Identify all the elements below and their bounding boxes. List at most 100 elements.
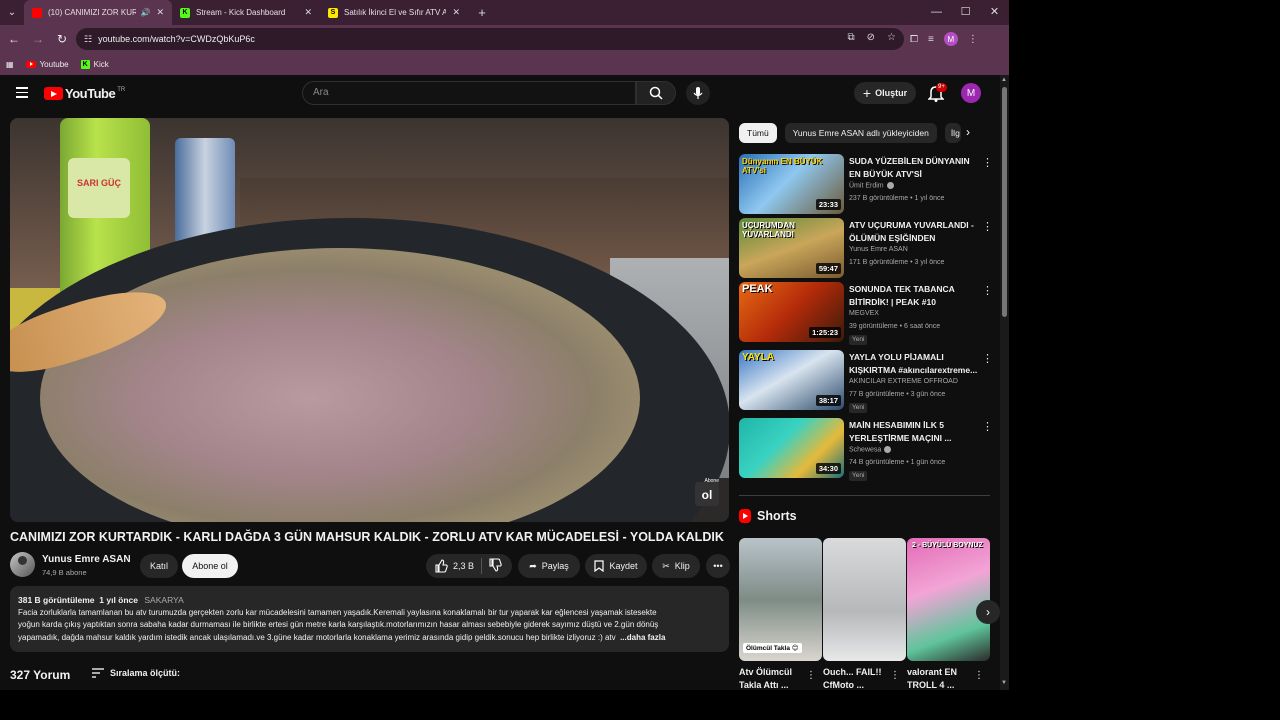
close-window-icon[interactable]: ✕ [980,0,1009,25]
account-avatar[interactable]: M [961,83,981,103]
scroll-down-icon[interactable]: ▼ [1001,680,1007,686]
channel-avatar[interactable] [10,552,35,577]
recommendation-channel[interactable]: Schewesa [849,446,892,453]
shorts-heading: Shorts [739,509,797,523]
youtube-play-icon [44,87,63,100]
speaker-icon[interactable]: 🔊 [140,8,150,17]
video-thumbnail[interactable]: 34:30 [739,418,844,478]
description-box[interactable]: 381 B görüntüleme 1 yıl önce SAKARYA Fac… [10,586,729,652]
share-button[interactable]: ➦ Paylaş [518,554,580,578]
short-thumbnail[interactable]: Ölümcül Takla 😊 [739,538,822,661]
maximize-icon[interactable]: ☐ [951,0,980,25]
recommendation-title[interactable]: SUDA YÜZEBİLEN DÜNYANIN EN BÜYÜK ATV'Sİ [849,155,979,180]
address-bar[interactable]: ☷ youtube.com/watch?v=CWDzQbKuP6c ⧉ ⊘ ☆ [76,28,904,50]
eye-off-icon[interactable]: ⊘ [867,32,875,43]
video-player[interactable]: SARI GÜÇ Abone ol [10,118,729,522]
extensions-icon[interactable]: ⧠ [910,34,918,45]
create-button[interactable]: + Oluştur [854,82,916,104]
search-input[interactable]: Ara [302,81,636,105]
hamburger-menu-icon[interactable] [16,87,28,101]
scroll-up-icon[interactable]: ▲ [1001,77,1007,83]
site-info-icon[interactable]: ☷ [84,34,92,45]
recommendation-channel[interactable]: AKINCILAR EXTREME OFFROAD [849,378,958,385]
recommendation-channel[interactable]: Yunus Emre ASAN [849,246,908,253]
recommendation-item[interactable]: Dünyanın EN BÜYÜK ATV'si 23:33 SUDA YÜZE… [739,154,999,214]
bookmark-kick[interactable]: K Kick [80,59,109,69]
microphone-icon [693,87,703,99]
like-count[interactable]: 2,3 B [453,561,474,571]
recommendation-item[interactable]: PEAK 1:25:23 SONUNDA TEK TABANCA BİTİRDİ… [739,282,999,345]
bookmarks-bar: ▦ Youtube K Kick [0,53,1009,75]
recommendation-channel[interactable]: Ümit Erdim [849,182,894,189]
recommendation-item[interactable]: YAYLA 38:17 YAYLA YOLU PİJAMALI KIŞKIRTM… [739,350,999,413]
video-thumbnail[interactable]: PEAK 1:25:23 [739,282,844,342]
tab-kick[interactable]: K Stream - Kick Dashboard ✕ [172,0,320,25]
forward-icon[interactable]: → [26,32,50,46]
more-vertical-icon[interactable]: ⋮ [890,670,900,681]
menu-icon[interactable]: ⋮ [968,34,978,45]
video-thumbnail[interactable]: UÇURUMDAN YUVARLANDI 59:47 [739,218,844,278]
tab-youtube[interactable]: (10) CANIMIZI ZOR KURTAR 🔊 ✕ [24,0,172,25]
video-thumbnail[interactable]: Dünyanın EN BÜYÜK ATV'si 23:33 [739,154,844,214]
scrollbar-thumb[interactable] [1002,87,1007,317]
apps-icon[interactable]: ▦ [6,60,14,69]
tab-search-button[interactable]: ⌄ [0,0,24,25]
recommendation-title[interactable]: ATV UÇURUMA YUVARLANDI - ÖLÜMÜN EŞİĞİNDE… [849,219,979,244]
close-icon[interactable]: ✕ [304,7,312,18]
youtube-logo[interactable]: YouTube TR [44,86,125,101]
more-vertical-icon[interactable]: ⋮ [982,156,993,169]
cast-icon[interactable]: ⧉ [848,32,855,43]
recommendation-title[interactable]: SONUNDA TEK TABANCA BİTİRDİK! | PEAK #10 [849,283,979,308]
more-vertical-icon[interactable]: ⋮ [806,670,816,681]
new-tab-button[interactable]: + [472,5,492,20]
tab-sahibinden[interactable]: S Satılık İkinci El ve Sıfır ATV ATV ✕ [320,0,468,25]
more-vertical-icon[interactable]: ⋮ [982,420,993,433]
save-button[interactable]: Kaydet [585,554,647,578]
chevron-right-icon[interactable]: › [966,125,970,139]
profile-avatar[interactable]: M [943,32,958,46]
thumbs-down-icon[interactable] [488,558,502,572]
chip-all[interactable]: Tümü [739,123,777,143]
search-button[interactable] [636,81,676,105]
thumbs-up-icon[interactable] [434,559,448,573]
clip-button[interactable]: ✂ Klip [652,554,700,578]
new-badge: Yeni [849,471,868,481]
bookmark-youtube[interactable]: Youtube [25,60,69,69]
sort-comments-button[interactable]: Sıralama ölçütü: [92,668,180,678]
tab-title: Stream - Kick Dashboard [196,8,286,17]
short-title[interactable]: Atv Ölümcül Takla Attı ... [739,666,805,690]
short-title[interactable]: Ouch... FAIL!! CfMoto ... [823,666,889,690]
recommendation-title[interactable]: MAİN HESABIMIN İLK 5 YERLEŞTİRME MAÇINI … [849,419,979,444]
more-vertical-icon[interactable]: ⋮ [982,284,993,297]
recommendation-channel[interactable]: MEGVEX [849,310,879,317]
recommendation-item[interactable]: UÇURUMDAN YUVARLANDI 59:47 ATV UÇURUMA Y… [739,218,999,278]
more-vertical-icon[interactable]: ⋮ [974,670,984,681]
channel-watermark[interactable]: ol [695,482,719,506]
video-thumbnail[interactable]: YAYLA 38:17 [739,350,844,410]
video-location[interactable]: SAKARYA [144,595,183,605]
short-title[interactable]: valorant EN TROLL 4 ... [907,666,973,690]
chevron-right-icon[interactable]: › [976,600,1000,624]
more-vertical-icon[interactable]: ⋮ [982,352,993,365]
recommendation-item[interactable]: 34:30 MAİN HESABIMIN İLK 5 YERLEŞTİRME M… [739,418,999,481]
star-icon[interactable]: ☆ [887,32,896,43]
chip-from-uploader[interactable]: Yunus Emre ASAN adlı yükleyiciden [784,123,937,143]
more-actions-button[interactable]: ••• [706,554,730,578]
subscribe-button[interactable]: Abone ol [182,554,238,578]
recommendation-title[interactable]: YAYLA YOLU PİJAMALI KIŞKIRTMA #akıncılar… [849,351,979,376]
show-more-link[interactable]: ...daha fazla [620,633,665,642]
join-button[interactable]: Katıl [140,554,178,578]
short-thumbnail[interactable] [823,538,906,661]
more-vertical-icon[interactable]: ⋮ [982,220,993,233]
back-icon[interactable]: ← [2,32,26,46]
media-icon[interactable]: ≡ [928,34,934,45]
chip-related[interactable]: İlg [944,123,961,143]
short-thumbnail[interactable]: 2 - BÜYÜLÜ BOYNUZ [907,538,990,661]
page-scrollbar[interactable] [1000,75,1009,690]
reload-icon[interactable]: ↻ [50,32,74,46]
close-icon[interactable]: ✕ [156,7,164,18]
channel-name[interactable]: Yunus Emre ASAN [42,554,131,565]
voice-search-button[interactable] [686,81,710,105]
minimize-icon[interactable]: — [922,0,951,25]
close-icon[interactable]: ✕ [452,7,460,18]
